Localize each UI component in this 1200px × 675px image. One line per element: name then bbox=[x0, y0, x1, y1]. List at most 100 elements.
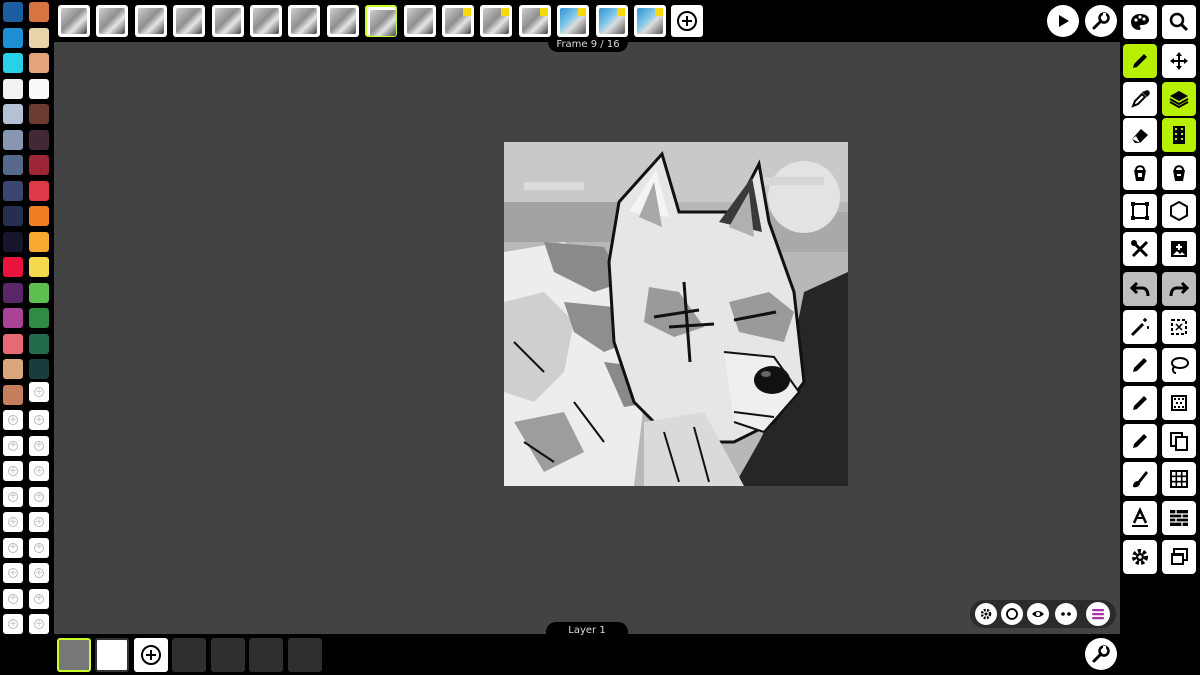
color-swatch[interactable] bbox=[3, 206, 23, 226]
view-settings-button[interactable] bbox=[975, 603, 997, 625]
color-swatch[interactable] bbox=[3, 333, 23, 354]
add-color-slot[interactable]: + bbox=[29, 588, 49, 609]
windows-tool[interactable] bbox=[1162, 540, 1196, 574]
frame-thumbnail[interactable] bbox=[557, 5, 590, 37]
frame-thumbnail[interactable] bbox=[211, 5, 244, 37]
color-swatch[interactable] bbox=[3, 2, 23, 22]
color-swatch[interactable] bbox=[29, 78, 49, 99]
magic-wand-tool[interactable] bbox=[1123, 310, 1157, 344]
tools-tool[interactable] bbox=[1123, 232, 1157, 266]
play-button[interactable] bbox=[1047, 5, 1079, 37]
frame-thumbnail[interactable] bbox=[595, 5, 628, 37]
empty-layer-slot[interactable] bbox=[210, 638, 245, 672]
undo-tool[interactable] bbox=[1123, 272, 1157, 306]
add-color-slot[interactable]: + bbox=[29, 382, 49, 402]
add-color-slot[interactable]: + bbox=[29, 410, 49, 430]
add-image-tool[interactable] bbox=[1162, 232, 1196, 266]
eraser-tool[interactable] bbox=[1123, 118, 1157, 152]
onion-skin-button[interactable] bbox=[1001, 603, 1023, 625]
frame-thumbnail[interactable] bbox=[442, 5, 474, 37]
text-tool[interactable] bbox=[1123, 501, 1157, 535]
palette-tool[interactable] bbox=[1123, 5, 1157, 39]
add-color-slot[interactable]: + bbox=[29, 537, 49, 558]
color-swatch[interactable] bbox=[3, 359, 23, 379]
add-color-slot[interactable]: + bbox=[3, 614, 23, 634]
color-swatch[interactable] bbox=[29, 257, 49, 277]
bucket-tool[interactable] bbox=[1123, 156, 1157, 190]
frame-thumbnail[interactable] bbox=[480, 5, 513, 37]
color-swatch[interactable] bbox=[29, 282, 49, 303]
color-swatch[interactable] bbox=[29, 206, 49, 226]
add-color-slot[interactable]: + bbox=[3, 537, 23, 558]
shape-tool[interactable] bbox=[1162, 194, 1196, 228]
color-swatch[interactable] bbox=[29, 359, 49, 379]
dither-tool[interactable] bbox=[1162, 386, 1196, 420]
empty-layer-slot[interactable] bbox=[249, 638, 283, 672]
frame-thumbnail[interactable] bbox=[518, 5, 551, 37]
add-color-slot[interactable]: + bbox=[3, 512, 23, 532]
frame-thumbnail[interactable] bbox=[250, 5, 282, 37]
color-swatch[interactable] bbox=[29, 308, 49, 328]
settings-button[interactable] bbox=[1085, 5, 1117, 37]
color-swatch[interactable] bbox=[29, 180, 49, 201]
pen-tool[interactable] bbox=[1123, 348, 1157, 382]
add-color-slot[interactable]: + bbox=[3, 461, 23, 481]
add-layer-button[interactable] bbox=[134, 638, 168, 672]
redo-tool[interactable] bbox=[1162, 272, 1196, 306]
color-swatch[interactable] bbox=[3, 384, 23, 405]
color-swatch[interactable] bbox=[29, 129, 49, 150]
color-swatch[interactable] bbox=[3, 308, 23, 328]
add-color-slot[interactable]: + bbox=[29, 614, 49, 634]
marker-tool[interactable] bbox=[1123, 424, 1157, 458]
color-swatch[interactable] bbox=[29, 231, 49, 252]
add-color-slot[interactable]: + bbox=[3, 588, 23, 609]
color-swatch[interactable] bbox=[29, 333, 49, 354]
color-swatch[interactable] bbox=[3, 257, 23, 277]
add-color-slot[interactable]: + bbox=[3, 435, 23, 456]
add-color-slot[interactable]: + bbox=[29, 563, 49, 583]
add-color-slot[interactable]: + bbox=[29, 486, 49, 507]
layer-thumbnail-2[interactable] bbox=[95, 638, 129, 672]
bucket-all-tool[interactable] bbox=[1162, 156, 1196, 190]
color-swatch[interactable] bbox=[3, 155, 23, 175]
pencil-tool[interactable] bbox=[1123, 44, 1157, 78]
color-swatch[interactable] bbox=[3, 104, 23, 124]
color-swatch[interactable] bbox=[29, 53, 49, 73]
color-swatch[interactable] bbox=[29, 155, 49, 175]
color-swatch[interactable] bbox=[29, 104, 49, 124]
frame-thumbnail[interactable] bbox=[634, 5, 666, 37]
color-swatch[interactable] bbox=[29, 2, 49, 22]
add-frame-button[interactable] bbox=[671, 5, 703, 37]
frame-thumbnail[interactable] bbox=[365, 5, 398, 37]
add-color-slot[interactable]: + bbox=[3, 563, 23, 583]
color-swatch[interactable] bbox=[3, 231, 23, 252]
layer-thumbnail-1[interactable] bbox=[57, 638, 91, 672]
frame-thumbnail[interactable] bbox=[134, 5, 167, 37]
grid-tool[interactable] bbox=[1162, 462, 1196, 496]
empty-layer-slot[interactable] bbox=[172, 638, 206, 672]
select-rect-tool[interactable] bbox=[1162, 310, 1196, 344]
color-swatch[interactable] bbox=[3, 78, 23, 99]
add-color-slot[interactable]: + bbox=[3, 410, 23, 430]
add-color-slot[interactable]: + bbox=[3, 486, 23, 507]
gear-tool[interactable] bbox=[1123, 540, 1157, 574]
frame-thumbnail[interactable] bbox=[288, 5, 321, 37]
frame-thumbnail[interactable] bbox=[173, 5, 206, 37]
color-swatch[interactable] bbox=[3, 282, 23, 303]
color-swatch[interactable] bbox=[29, 27, 49, 48]
pixel-artwork-canvas[interactable] bbox=[504, 142, 848, 486]
lasso-tool[interactable] bbox=[1162, 348, 1196, 382]
frame-thumbnail[interactable] bbox=[403, 5, 436, 37]
crop-tool[interactable] bbox=[1123, 194, 1157, 228]
zoom-tool[interactable] bbox=[1162, 5, 1196, 39]
main-menu-button[interactable] bbox=[1086, 602, 1110, 626]
color-swatch[interactable] bbox=[3, 27, 23, 48]
add-color-slot[interactable]: + bbox=[29, 461, 49, 481]
eyedropper-tool[interactable] bbox=[1123, 82, 1157, 116]
frame-thumbnail[interactable] bbox=[326, 5, 359, 37]
color-swatch[interactable] bbox=[3, 129, 23, 150]
add-color-slot[interactable]: + bbox=[29, 512, 49, 532]
empty-layer-slot[interactable] bbox=[287, 638, 322, 672]
frame-thumbnail[interactable] bbox=[96, 5, 129, 37]
add-color-slot[interactable]: + bbox=[29, 435, 49, 456]
